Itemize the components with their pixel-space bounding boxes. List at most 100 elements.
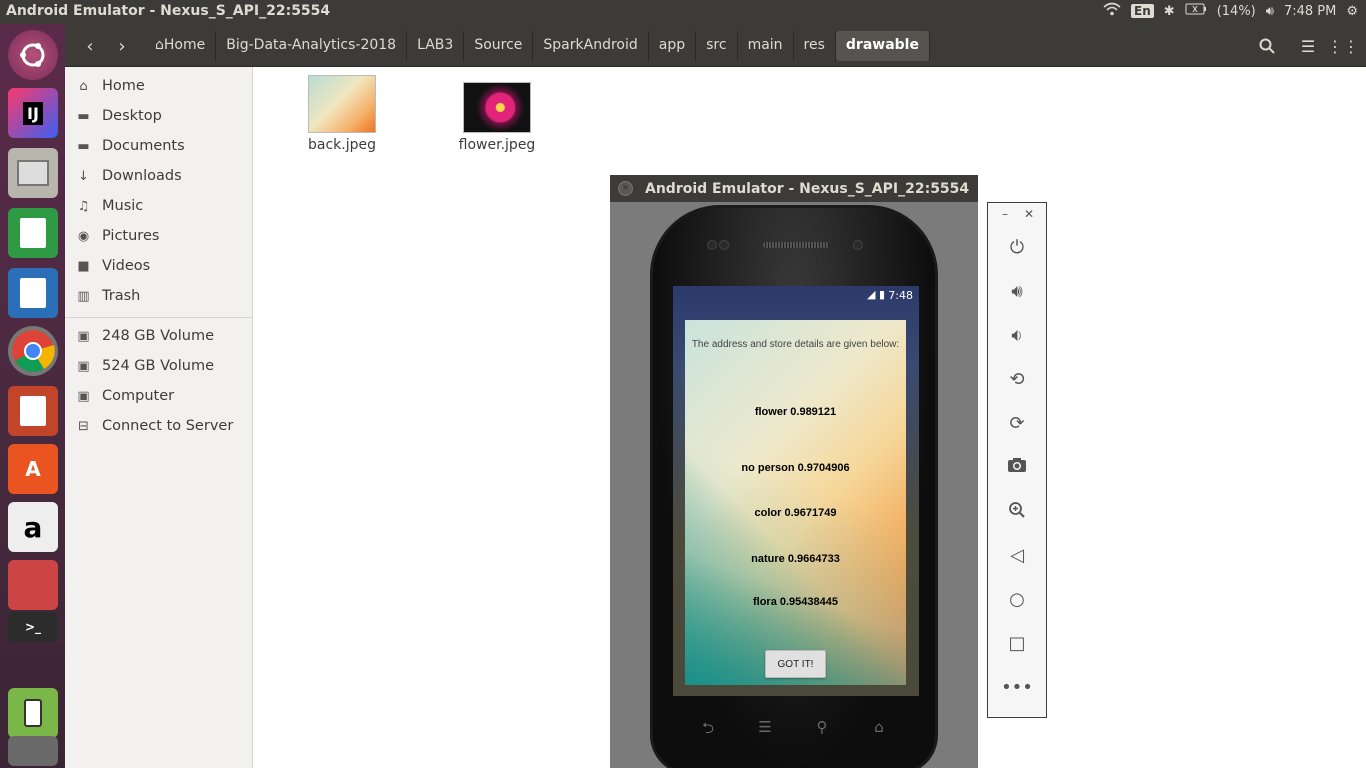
- breadcrumb: ⌂Home Big-Data-Analytics-2018 LAB3 Sourc…: [145, 31, 930, 61]
- impress-icon[interactable]: [8, 386, 58, 436]
- drive-icon: ▣: [77, 388, 90, 404]
- sidebar-item-documents[interactable]: ▬ Documents: [65, 131, 253, 161]
- bluetooth-icon[interactable]: ✱: [1164, 4, 1175, 19]
- stacked-apps-icon[interactable]: [8, 560, 58, 610]
- emulator-toolbar: – ✕ ⏻ 🔊︎ 🔉︎ ⟲ ⟳ ◁ ○ □ •••: [987, 202, 1047, 718]
- list-view-icon[interactable]: ☰: [1293, 32, 1323, 60]
- folder-icon: ▬: [77, 138, 90, 154]
- chrome-icon[interactable]: [8, 326, 58, 376]
- drive-icon: ▣: [77, 328, 90, 344]
- flower-thumbnail: [463, 82, 531, 133]
- sidebar-item-volume-524[interactable]: ▣ 524 GB Volume: [65, 351, 253, 381]
- sidebar-item-pictures[interactable]: ◉ Pictures: [65, 221, 253, 251]
- sidebar-item-videos[interactable]: ■ Videos: [65, 251, 253, 281]
- front-sensor: [719, 240, 729, 250]
- volume-up-icon[interactable]: 🔊︎: [988, 281, 1046, 302]
- search-icon[interactable]: [1252, 32, 1282, 60]
- crumb-res[interactable]: res: [794, 31, 836, 61]
- crumb-sparkandroid[interactable]: SparkAndroid: [533, 31, 649, 61]
- camera-icon[interactable]: [988, 457, 1046, 478]
- sidebar-item-music[interactable]: ♫ Music: [65, 191, 253, 221]
- results-dialog: The address and store details are given …: [685, 320, 906, 685]
- home-icon: ⌂: [79, 78, 88, 94]
- front-sensor: [707, 240, 717, 250]
- sidebar-item-downloads[interactable]: ↓ Downloads: [65, 161, 253, 191]
- file-item-flower[interactable]: flower.jpeg: [447, 82, 547, 153]
- zoom-icon[interactable]: [988, 501, 1046, 524]
- network-icon: ⊟: [78, 418, 89, 434]
- emulator-titlebar[interactable]: × Android Emulator - Nexus_S_API_22:5554: [610, 175, 978, 202]
- back-button[interactable]: ‹: [75, 32, 105, 60]
- launcher: IJ A a >_: [0, 24, 65, 768]
- forward-button[interactable]: ›: [107, 32, 137, 60]
- terminal-icon[interactable]: >_: [8, 612, 58, 642]
- trash-launcher-icon[interactable]: [8, 736, 58, 766]
- sidebar-item-computer[interactable]: ▣ Computer: [65, 381, 253, 411]
- result-line: color 0.9671749: [754, 507, 837, 519]
- back-thumbnail: [308, 75, 376, 133]
- phone-frame: ◢ ▮ 7:48 The address and store details a…: [650, 205, 938, 768]
- keyboard-layout-indicator[interactable]: En: [1131, 4, 1154, 18]
- wifi-icon[interactable]: [1103, 2, 1121, 20]
- close-icon[interactable]: ✕: [1024, 207, 1034, 221]
- battery-icon[interactable]: [1185, 3, 1207, 19]
- software-center-icon[interactable]: A: [8, 444, 58, 494]
- file-manager-icon[interactable]: [8, 148, 58, 198]
- more-options-icon[interactable]: •••: [988, 677, 1046, 698]
- crumb-lab3[interactable]: LAB3: [407, 31, 465, 61]
- result-line: nature 0.9664733: [751, 553, 840, 565]
- volume-down-icon[interactable]: 🔉︎: [988, 325, 1046, 346]
- settings-gear-icon[interactable]: ⚙: [1346, 4, 1358, 19]
- indicator-area: En ✱ (14%) 🔊︎ 7:48 PM ⚙: [1103, 2, 1358, 20]
- minimize-icon[interactable]: –: [1002, 207, 1008, 221]
- sidebar-item-volume-248[interactable]: ▣ 248 GB Volume: [65, 321, 253, 351]
- android-device-icon[interactable]: [8, 688, 58, 738]
- close-icon[interactable]: ×: [618, 181, 633, 196]
- file-item-back[interactable]: back.jpeg: [292, 75, 392, 153]
- folder-icon: ▬: [77, 108, 90, 124]
- sidebar-item-home[interactable]: ⌂ Home: [65, 71, 253, 101]
- writer-icon[interactable]: [8, 268, 58, 318]
- sidebar-item-desktop[interactable]: ▬ Desktop: [65, 101, 253, 131]
- volume-icon[interactable]: 🔊︎: [1266, 4, 1274, 19]
- overview-square-icon[interactable]: □: [988, 633, 1046, 654]
- android-status-bar: ◢ ▮ 7:48: [673, 286, 919, 304]
- crumb-app[interactable]: app: [649, 31, 697, 61]
- home-circle-icon[interactable]: ○: [988, 589, 1046, 610]
- signal-battery-icon: ◢ ▮: [866, 288, 885, 301]
- rotate-left-icon[interactable]: ⟲: [988, 369, 1046, 390]
- trash-icon: ▥: [77, 288, 90, 304]
- crumb-src[interactable]: src: [696, 31, 738, 61]
- result-line: no person 0.9704906: [741, 462, 850, 474]
- search-key-icon[interactable]: ⚲: [809, 718, 835, 736]
- battery-percent: (14%): [1216, 3, 1256, 19]
- menu-key-icon[interactable]: ☰: [752, 718, 778, 736]
- sidebar-item-connect-server[interactable]: ⊟ Connect to Server: [65, 411, 253, 441]
- crumb-big-data[interactable]: Big-Data-Analytics-2018: [216, 31, 408, 61]
- earpiece-speaker: [763, 242, 829, 248]
- top-panel: Android Emulator - Nexus_S_API_22:5554 E…: [0, 0, 1366, 24]
- crumb-drawable[interactable]: drawable: [835, 31, 930, 61]
- back-key-icon[interactable]: ⮌: [695, 718, 721, 743]
- drive-icon: ▣: [77, 358, 90, 374]
- front-camera: [853, 240, 863, 250]
- back-triangle-icon[interactable]: ◁: [988, 545, 1046, 566]
- crumb-source[interactable]: Source: [464, 31, 534, 61]
- home-key-icon[interactable]: ⌂: [866, 718, 892, 736]
- amazon-icon[interactable]: a: [8, 502, 58, 552]
- crumb-main[interactable]: main: [738, 31, 794, 61]
- got-it-button[interactable]: GOT IT!: [765, 650, 826, 678]
- sidebar-item-trash[interactable]: ▥ Trash: [65, 281, 253, 311]
- rotate-right-icon[interactable]: ⟳: [988, 413, 1046, 434]
- result-line: flora 0.95438445: [752, 596, 838, 608]
- status-clock: 7:48: [888, 289, 913, 302]
- grid-menu-icon[interactable]: ⋮⋮: [1327, 32, 1359, 60]
- crumb-home[interactable]: ⌂Home: [145, 31, 217, 61]
- ubuntu-dash-icon[interactable]: [8, 30, 58, 80]
- calc-icon[interactable]: [8, 208, 58, 258]
- music-icon: ♫: [77, 198, 90, 214]
- emulator-window: × Android Emulator - Nexus_S_API_22:5554…: [610, 175, 978, 768]
- clock[interactable]: 7:48 PM: [1284, 4, 1336, 19]
- power-icon[interactable]: ⏻: [988, 237, 1046, 258]
- intellij-icon[interactable]: IJ: [8, 88, 58, 138]
